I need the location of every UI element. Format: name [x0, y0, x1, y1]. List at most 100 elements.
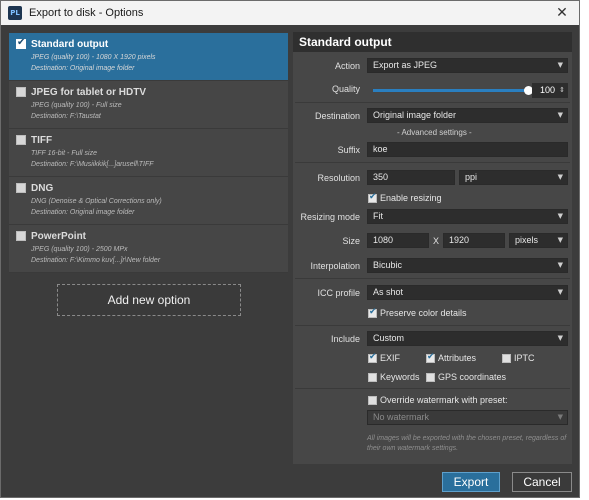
resolution-input[interactable]: 350: [367, 170, 455, 185]
exif-checkbox[interactable]: ✔: [368, 352, 377, 363]
quality-spinbox[interactable]: 100 ⇕: [532, 83, 568, 98]
advanced-settings-heading: - Advanced settings -: [397, 128, 472, 137]
width-input[interactable]: 1080: [367, 233, 429, 248]
override-watermark-checkbox[interactable]: [368, 396, 377, 405]
destination-value: Original image folder: [373, 110, 457, 120]
settings-panel: Standard output Action Export as JPEG ▼ Q…: [293, 32, 572, 464]
title-bar: PL Export to disk - Options ✕: [1, 1, 579, 25]
size-separator: X: [433, 236, 440, 246]
option-format: JPEG (quality 100) - 1080 X 1920 pixels: [31, 54, 156, 61]
include-label: Include: [330, 334, 360, 344]
enable-resizing-label: Enable resizing: [380, 193, 442, 203]
enable-resizing-checkbox[interactable]: ✔: [368, 192, 377, 203]
exif-label: EXIF: [380, 353, 401, 363]
include-select[interactable]: Custom ▼: [367, 331, 568, 346]
cancel-button[interactable]: Cancel: [512, 472, 572, 492]
interpolation-value: Bicubic: [373, 260, 403, 270]
chevron-down-icon: ▼: [557, 212, 563, 220]
spinner-icon[interactable]: ⇕: [559, 83, 565, 98]
watermark-value: No watermark: [373, 412, 430, 422]
keywords-label: Keywords: [380, 372, 420, 382]
option-item[interactable]: DNG DNG (Denoise & Optical Corrections o…: [9, 177, 288, 225]
gps-checkbox[interactable]: [426, 373, 435, 382]
icc-profile-label: ICC profile: [317, 288, 360, 298]
panel-title: Standard output: [299, 35, 392, 49]
interpolation-select[interactable]: Bicubic ▼: [367, 258, 568, 273]
quality-slider[interactable]: [373, 86, 533, 95]
destination-select[interactable]: Original image folder ▼: [367, 108, 568, 123]
option-checkbox[interactable]: [16, 183, 26, 193]
resizing-mode-select[interactable]: Fit ▼: [367, 209, 568, 224]
divider: [295, 102, 570, 103]
option-item[interactable]: PowerPoint JPEG (quality 100) - 2500 MPx…: [9, 225, 288, 273]
size-label: Size: [342, 236, 360, 246]
watermark-select[interactable]: No watermark ▼: [367, 410, 568, 425]
chevron-down-icon: ▼: [557, 334, 563, 342]
watermark-note: All images will be exported with the cho…: [367, 435, 567, 452]
action-select[interactable]: Export as JPEG ▼: [367, 58, 568, 73]
suffix-label: Suffix: [337, 145, 360, 155]
destination-label: Destination: [314, 111, 360, 121]
export-dialog: PL Export to disk - Options ✕ ✔ Standard…: [0, 0, 580, 498]
option-name: PowerPoint: [31, 231, 87, 242]
option-format: TIFF 16-bit - Full size: [31, 150, 97, 157]
interpolation-label: Interpolation: [310, 261, 360, 271]
divider: [295, 325, 570, 326]
close-icon[interactable]: ✕: [553, 4, 571, 22]
action-label: Action: [334, 61, 360, 71]
attributes-checkbox[interactable]: ✔: [426, 352, 435, 363]
preserve-color-checkbox[interactable]: ✔: [368, 307, 377, 318]
override-watermark-label: Override watermark with preset:: [380, 395, 508, 405]
checkmark-icon: ✔: [17, 37, 26, 48]
icc-profile-select[interactable]: As shot ▼: [367, 285, 568, 300]
option-checkbox[interactable]: [16, 135, 26, 145]
iptc-checkbox[interactable]: [502, 354, 511, 363]
option-item[interactable]: TIFF TIFF 16-bit - Full size Destination…: [9, 129, 288, 177]
height-input[interactable]: 1920: [443, 233, 505, 248]
chevron-down-icon: ▼: [557, 413, 563, 421]
divider: [295, 162, 570, 163]
quality-value: 100: [540, 85, 556, 95]
app-icon: PL: [8, 6, 22, 20]
keywords-checkbox[interactable]: [368, 373, 377, 382]
option-destination: Destination: Original image folder: [31, 209, 135, 216]
option-checkbox[interactable]: [16, 87, 26, 97]
resizing-mode-label: Resizing mode: [300, 212, 360, 222]
icc-profile-value: As shot: [373, 287, 404, 297]
checkmark-icon: ✔: [369, 192, 377, 202]
checkmark-icon: ✔: [427, 352, 435, 362]
option-destination: Destination: F:\Kimmo kuv[...]r\New fold…: [31, 257, 161, 264]
option-destination: Destination: F:\Taustat: [31, 113, 101, 120]
chevron-down-icon: ▼: [557, 261, 563, 269]
chevron-down-icon: ▼: [557, 173, 563, 181]
resolution-unit-value: ppi: [465, 172, 478, 182]
option-format: JPEG (quality 100) - 2500 MPx: [31, 246, 128, 253]
option-item[interactable]: ✔ Standard output JPEG (quality 100) - 1…: [9, 33, 288, 81]
export-options-list: ✔ Standard output JPEG (quality 100) - 1…: [9, 33, 288, 273]
iptc-label: IPTC: [514, 353, 535, 363]
quality-slider-fill: [373, 89, 529, 92]
option-name: DNG: [31, 183, 54, 194]
option-checkbox[interactable]: [16, 231, 26, 241]
chevron-down-icon: ▼: [557, 236, 563, 244]
resizing-mode-value: Fit: [373, 211, 383, 221]
resolution-unit-select[interactable]: ppi ▼: [459, 170, 568, 185]
size-unit-select[interactable]: pixels ▼: [509, 233, 568, 248]
option-destination: Destination: Original image folder: [31, 65, 135, 72]
divider: [295, 388, 570, 389]
checkmark-icon: ✔: [369, 307, 377, 317]
action-value: Export as JPEG: [373, 60, 438, 70]
gps-label: GPS coordinates: [438, 372, 507, 382]
option-name: Standard output: [31, 39, 109, 50]
include-value: Custom: [373, 333, 405, 343]
chevron-down-icon: ▼: [557, 288, 563, 296]
option-checkbox[interactable]: ✔: [16, 37, 26, 49]
panel-header: Standard output: [293, 32, 572, 52]
checkmark-icon: ✔: [369, 352, 377, 362]
suffix-input[interactable]: koe: [367, 142, 568, 157]
export-button[interactable]: Export: [442, 472, 500, 492]
size-unit-value: pixels: [515, 235, 539, 245]
add-new-option-button[interactable]: Add new option: [57, 284, 241, 316]
option-item[interactable]: JPEG for tablet or HDTV JPEG (quality 10…: [9, 81, 288, 129]
window-title: Export to disk - Options: [29, 7, 144, 19]
